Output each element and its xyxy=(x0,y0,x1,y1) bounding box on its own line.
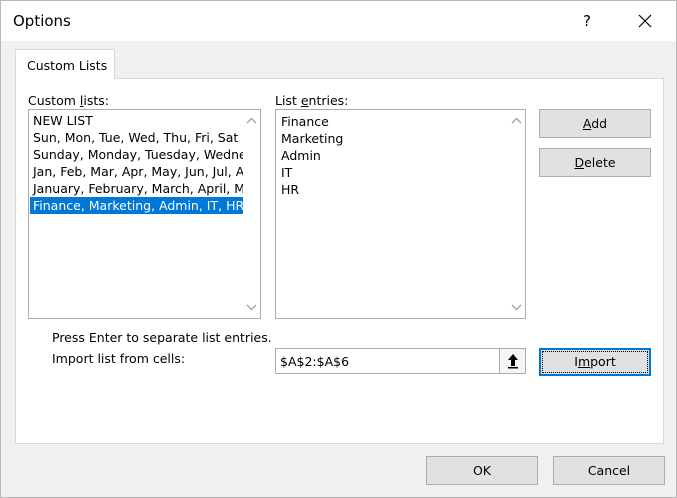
custom-lists-items: NEW LIST Sun, Mon, Tue, Wed, Thu, Fri, S… xyxy=(30,112,243,214)
list-item[interactable]: Sunday, Monday, Tuesday, Wednesday, Thur… xyxy=(30,146,243,163)
dialog-title: Options xyxy=(13,12,71,30)
collapse-dialog-button[interactable] xyxy=(499,349,525,373)
list-item-selected[interactable]: Finance, Marketing, Admin, IT, HR xyxy=(30,197,243,214)
tab-custom-lists[interactable]: Custom Lists xyxy=(15,49,115,79)
custom-lists-scrollbar[interactable] xyxy=(243,110,260,318)
close-icon xyxy=(638,14,652,28)
list-entry: Admin xyxy=(281,148,321,163)
upload-arrow-icon xyxy=(508,354,518,369)
title-bar: Options ? xyxy=(1,1,676,41)
hint-text: Press Enter to separate list entries. xyxy=(52,330,272,345)
list-entry: Finance xyxy=(281,114,329,129)
custom-lists-listbox[interactable]: NEW LIST Sun, Mon, Tue, Wed, Thu, Fri, S… xyxy=(28,109,261,319)
list-entry: HR xyxy=(281,182,300,197)
ok-button[interactable]: OK xyxy=(426,456,538,485)
list-item[interactable]: January, February, March, April, May, Ju… xyxy=(30,180,243,197)
list-entry: Marketing xyxy=(281,131,344,146)
delete-button[interactable]: Delete xyxy=(539,148,651,177)
import-range-input[interactable]: $A$2:$A$6 xyxy=(275,348,526,374)
close-button[interactable] xyxy=(623,5,667,37)
chevron-up-icon[interactable] xyxy=(245,114,258,127)
list-item[interactable]: Sun, Mon, Tue, Wed, Thu, Fri, Sat xyxy=(30,129,243,146)
list-item[interactable]: Jan, Feb, Mar, Apr, May, Jun, Jul, Aug, … xyxy=(30,163,243,180)
list-entries-items: Finance Marketing Admin IT HR xyxy=(278,113,343,198)
import-range-value: $A$2:$A$6 xyxy=(280,354,350,369)
list-item[interactable]: NEW LIST xyxy=(30,112,243,129)
import-label: Import list from cells: xyxy=(52,351,186,366)
add-button[interactable]: Add xyxy=(539,109,651,138)
list-entry: IT xyxy=(281,165,293,180)
chevron-down-icon[interactable] xyxy=(510,301,523,314)
cancel-button[interactable]: Cancel xyxy=(553,456,665,485)
chevron-down-icon[interactable] xyxy=(245,301,258,314)
list-entries-scrollbar[interactable] xyxy=(508,110,525,318)
list-entries-label: List entries: xyxy=(275,93,349,108)
chevron-up-icon[interactable] xyxy=(510,114,523,127)
options-dialog: Options ? Custom Lists Custom lists: NEW… xyxy=(0,0,677,498)
tab-label: Custom Lists xyxy=(27,58,108,73)
help-button[interactable]: ? xyxy=(567,5,607,37)
list-entries-textarea[interactable]: Finance Marketing Admin IT HR xyxy=(275,109,526,319)
custom-lists-label: Custom lists: xyxy=(28,93,109,108)
import-button[interactable]: Import xyxy=(539,348,651,376)
